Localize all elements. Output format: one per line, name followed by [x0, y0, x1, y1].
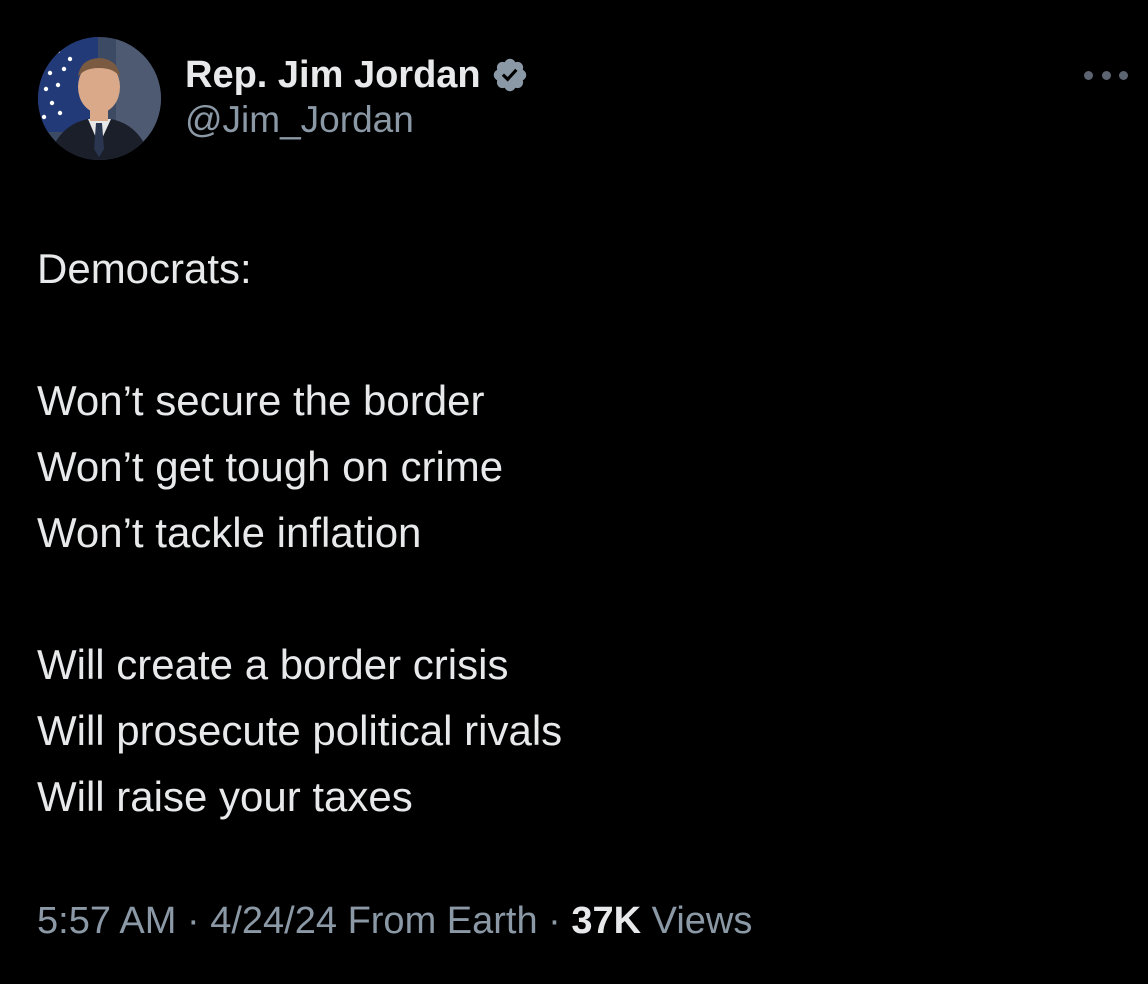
more-dot: [1101, 70, 1111, 80]
tweet-meta: 5:57 AM · 4/24/24 From Earth · 37K Views: [37, 900, 752, 943]
tweet-line: Won’t secure the border: [37, 377, 485, 424]
meta-separator: ·: [548, 900, 561, 942]
tweet-line: Will prosecute political rivals: [37, 707, 563, 754]
tweet-time[interactable]: 5:57 AM: [37, 900, 176, 942]
views-count[interactable]: 37K: [571, 900, 641, 942]
tweet-line: Will raise your taxes: [37, 773, 413, 820]
verified-badge-icon[interactable]: [491, 56, 529, 94]
tweet-date[interactable]: 4/24/24: [210, 900, 337, 942]
meta-separator: ·: [186, 900, 200, 942]
tweet-location: From Earth: [347, 900, 538, 942]
tweet-line: Won’t get tough on crime: [37, 443, 504, 490]
views-label: Views: [651, 900, 753, 942]
more-horizontal-icon[interactable]: [1084, 67, 1128, 83]
tweet-line: Won’t tackle inflation: [37, 509, 422, 556]
tweet-header: Rep. Jim Jordan @Jim_Jordan: [38, 37, 1148, 161]
tweet-line: [37, 302, 1117, 368]
more-dot: [1119, 70, 1128, 80]
tweet-line: Will create a border crisis: [37, 641, 509, 688]
more-dot: [1084, 70, 1093, 80]
profile-photo: [38, 37, 161, 160]
tweet-text: Democrats: Won’t secure the border Won’t…: [37, 236, 1117, 830]
tweet-line: Democrats:: [37, 245, 252, 292]
author-handle[interactable]: @Jim_Jordan: [185, 99, 529, 141]
avatar[interactable]: [38, 37, 161, 160]
tweet-line: [37, 566, 1117, 632]
author-display-name[interactable]: Rep. Jim Jordan: [185, 54, 481, 97]
